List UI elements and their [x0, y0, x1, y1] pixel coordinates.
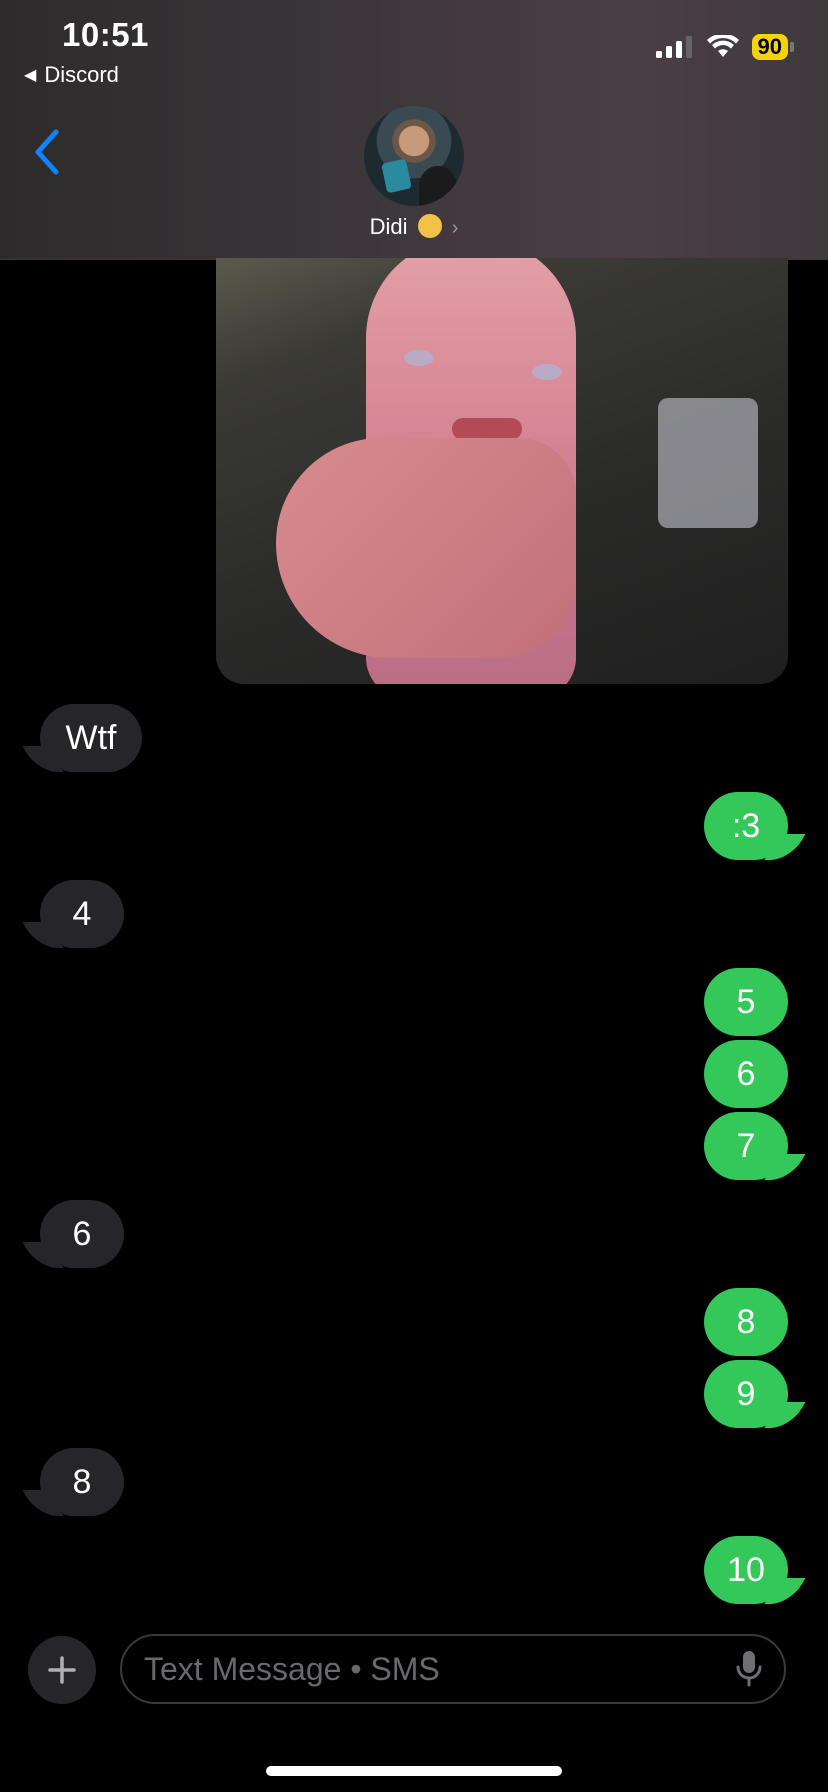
photo-detail	[404, 350, 434, 366]
message-text: 5	[736, 982, 756, 1021]
back-to-app-link[interactable]: ◀ Discord	[24, 62, 119, 88]
shirt-logo	[658, 398, 758, 528]
message-text: 4	[72, 894, 92, 933]
sent-message[interactable]: 9	[704, 1360, 788, 1428]
message-text: 10	[727, 1550, 765, 1589]
status-time: 10:51	[62, 16, 149, 53]
message-input[interactable]: Text Message • SMS	[120, 1634, 786, 1704]
status-icons: 90	[655, 34, 794, 60]
battery-indicator: 90	[751, 34, 794, 60]
back-button[interactable]	[30, 128, 64, 181]
message-text: 9	[736, 1374, 756, 1413]
received-message[interactable]: Wtf	[40, 704, 142, 772]
contact-name: Didi	[369, 214, 408, 239]
message-text: 8	[72, 1462, 92, 1501]
conversation-header: 10:51 ◀ Discord 90 Didi ›	[0, 0, 828, 260]
sent-message[interactable]: 10	[704, 1536, 788, 1604]
received-message[interactable]: 6	[40, 1200, 124, 1268]
home-indicator[interactable]	[266, 1766, 562, 1776]
battery-level: 90	[751, 34, 788, 60]
contact-name-row[interactable]: Didi ›	[0, 214, 828, 240]
cellular-signal-icon	[655, 36, 692, 58]
microphone-icon[interactable]	[736, 1650, 762, 1688]
plus-icon	[48, 1656, 76, 1684]
received-message[interactable]: 4	[40, 880, 124, 948]
message-text: 7	[736, 1126, 756, 1165]
back-triangle-icon: ◀	[24, 67, 37, 84]
photo-detail	[532, 364, 562, 380]
sent-message[interactable]: 8	[704, 1288, 788, 1356]
message-text: :3	[731, 806, 761, 845]
add-attachment-button[interactable]	[28, 1636, 96, 1704]
message-text: 8	[736, 1302, 756, 1341]
sent-message[interactable]: 6	[704, 1040, 788, 1108]
person-emoji-icon	[417, 214, 442, 238]
sent-message[interactable]: 7	[704, 1112, 788, 1180]
message-text: Wtf	[65, 718, 117, 757]
battery-tip	[790, 42, 794, 52]
avatar-detail	[381, 158, 412, 194]
received-message[interactable]: 8	[40, 1448, 124, 1516]
wifi-icon	[706, 35, 739, 57]
chevron-right-icon: ›	[451, 217, 459, 239]
contact-avatar[interactable]	[364, 106, 464, 206]
message-text: 6	[736, 1054, 756, 1093]
chevron-left-icon	[35, 129, 59, 175]
sent-message[interactable]: 5	[704, 968, 788, 1036]
back-app-label: Discord	[44, 62, 119, 87]
photo-hand	[276, 438, 576, 658]
sent-message[interactable]: :3	[704, 792, 788, 860]
photo-attachment[interactable]	[216, 258, 788, 684]
message-input-placeholder: Text Message • SMS	[144, 1650, 440, 1687]
message-text: 6	[72, 1214, 92, 1253]
photo-detail	[452, 418, 522, 440]
avatar-detail	[419, 166, 457, 206]
